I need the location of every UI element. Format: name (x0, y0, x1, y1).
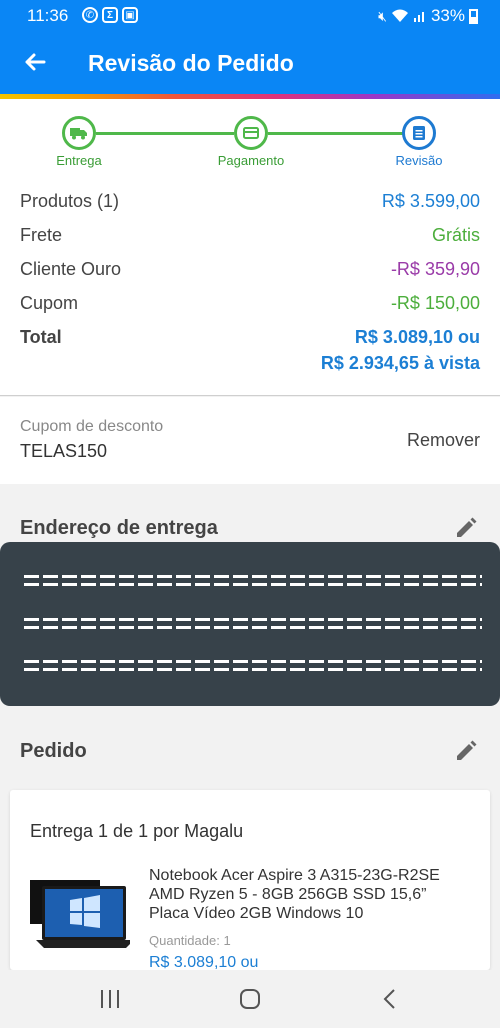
document-icon (413, 126, 425, 140)
system-nav-bar (0, 970, 500, 1028)
app-bar: Revisão do Pedido (0, 33, 500, 95)
product-image (30, 880, 130, 948)
truck-icon (70, 128, 87, 140)
gallery-notification-icon: ▣ (122, 7, 138, 23)
summary-row-shipping: Frete Grátis (20, 225, 480, 251)
step-review[interactable] (402, 116, 436, 150)
coupon-section: Cupom de desconto TELAS150 Remover (0, 397, 500, 484)
checkout-stepper: Entrega Pagamento Revisão (0, 99, 500, 189)
summary-label: Frete (20, 225, 63, 245)
back-nav-icon[interactable] (378, 988, 402, 1010)
coupon-code: TELAS150 (20, 441, 108, 461)
delivery-heading: Entrega 1 de 1 por Magalu (30, 821, 244, 841)
summary-label: Cupom (20, 293, 79, 313)
wifi-icon (391, 9, 408, 22)
battery-icon (469, 8, 478, 24)
total-cash-value: R$ 2.934,65 à vista (320, 353, 480, 373)
recent-apps-icon[interactable] (98, 988, 122, 1010)
step-delivery[interactable] (62, 116, 96, 150)
whatsapp-icon: ✆ (82, 7, 98, 23)
redaction-line (24, 574, 482, 588)
step-label-delivery: Entrega (56, 153, 102, 168)
summary-label: Produtos (1) (20, 191, 120, 211)
order-card: Entrega 1 de 1 por Magalu Notebook Acer … (10, 790, 490, 970)
step-connector (96, 132, 234, 135)
card-icon (243, 127, 259, 139)
summary-value: -R$ 150,00 (390, 293, 480, 313)
app-notification-icon: Σ (102, 7, 118, 23)
address-title: Endereço de entrega (20, 517, 218, 539)
home-icon[interactable] (238, 988, 262, 1010)
signal-icon (413, 12, 424, 22)
redaction-line (24, 659, 482, 673)
step-label-payment: Pagamento (217, 153, 285, 168)
mute-icon: 🔇︎ (378, 7, 387, 24)
product-name: Notebook Acer Aspire 3 A315-23G-R2SE AMD… (149, 867, 440, 922)
page-title: Revisão do Pedido (88, 50, 294, 76)
coupon-caption: Cupom de desconto (20, 418, 164, 435)
back-arrow-icon[interactable] (20, 47, 50, 77)
product-price: R$ 3.089,10 ou (149, 954, 259, 970)
step-payment[interactable] (234, 116, 268, 150)
status-right: 🔇︎ 33% (378, 6, 478, 26)
remove-coupon-button[interactable]: Remover (407, 430, 480, 451)
summary-value: R$ 3.599,00 (381, 191, 480, 211)
order-title: Pedido (20, 740, 87, 762)
redacted-address (0, 542, 500, 706)
order-summary: Produtos (1) R$ 3.599,00 Frete Grátis Cl… (0, 189, 500, 396)
total-value: R$ 3.089,10 ou (354, 327, 480, 347)
summary-row-gold-client: Cliente Ouro -R$ 359,90 (20, 259, 480, 285)
summary-label: Cliente Ouro (20, 259, 122, 279)
status-bar: 11:36 ✆ Σ ▣ 🔇︎ 33% (0, 0, 500, 33)
summary-row-total: Total R$ 3.089,10 ou R$ 2.934,65 à vista (20, 327, 480, 379)
summary-row-products: Produtos (1) R$ 3.599,00 (20, 191, 480, 217)
summary-value: Grátis (431, 225, 480, 245)
total-label: Total (20, 327, 62, 347)
edit-order-icon[interactable] (454, 739, 478, 763)
redaction-line (24, 617, 482, 631)
product-quantity: Quantidade: 1 (149, 933, 231, 948)
summary-row-coupon: Cupom -R$ 150,00 (20, 293, 480, 319)
notification-icons: ✆ Σ ▣ (82, 7, 138, 23)
step-label-review: Revisão (395, 153, 443, 168)
step-connector (268, 132, 404, 135)
summary-value: -R$ 359,90 (390, 259, 480, 279)
status-time: 11:36 (27, 6, 69, 25)
edit-address-icon[interactable] (454, 516, 478, 540)
battery-text: 33% (430, 6, 465, 25)
